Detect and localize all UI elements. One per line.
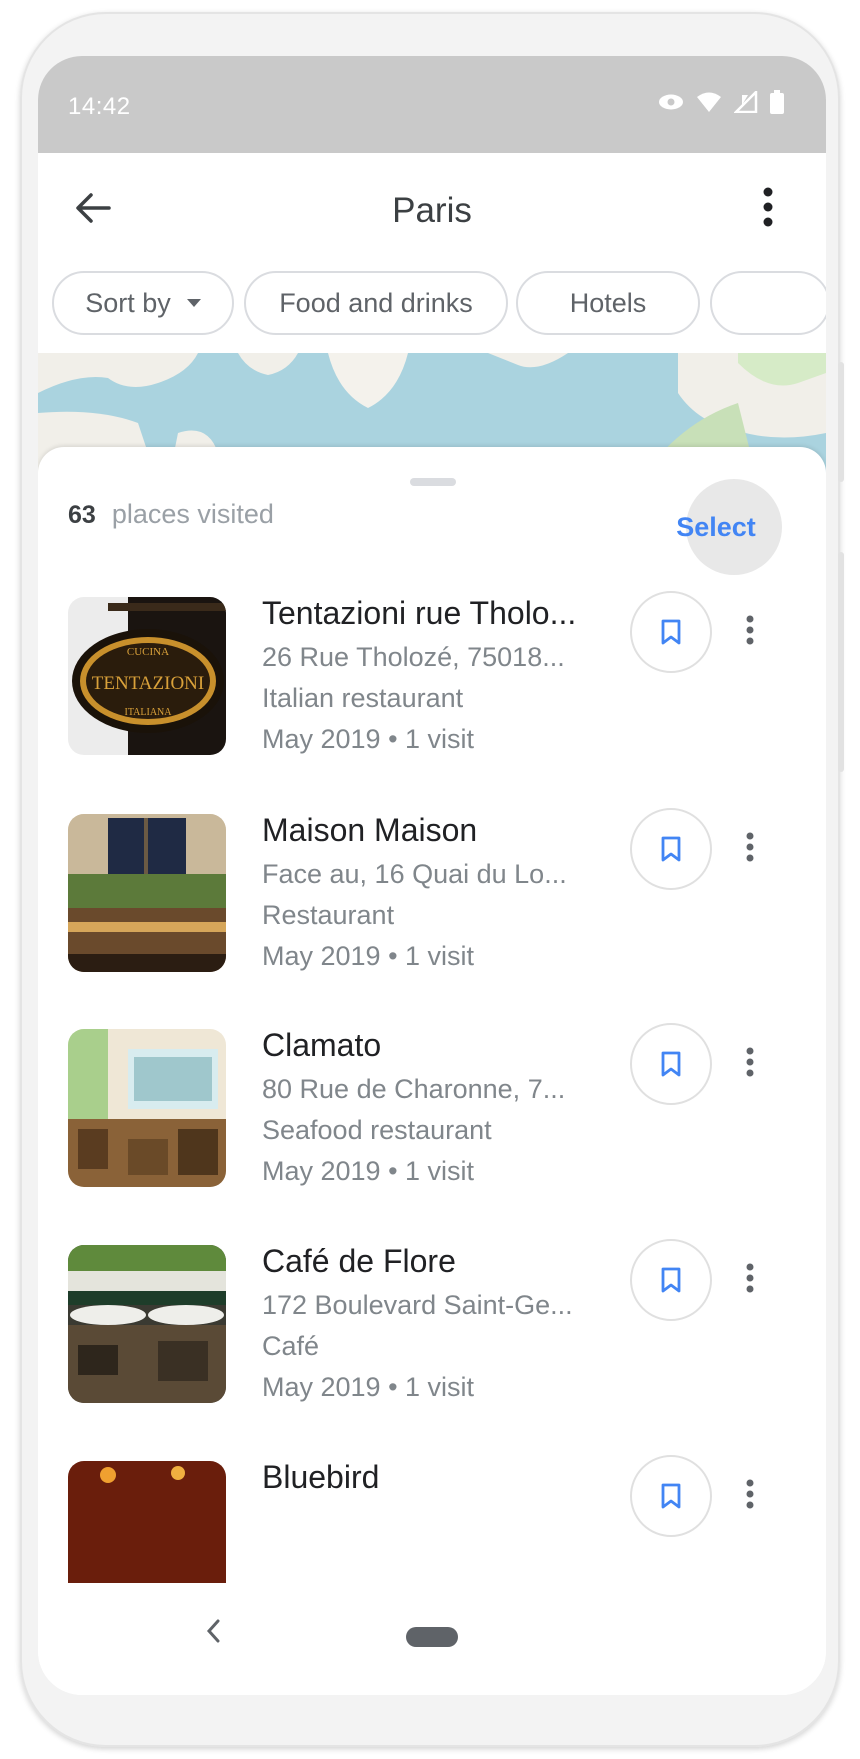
save-button[interactable]	[630, 591, 712, 673]
signal-icon	[734, 91, 758, 113]
place-item[interactable]: Café de Flore 172 Boulevard Saint-Ge... …	[38, 1239, 826, 1465]
battery-icon	[770, 90, 784, 114]
more-vert-icon	[746, 615, 754, 645]
place-item[interactable]: TENTAZIONI CUCINA ITALIANA Tentazioni ru…	[38, 591, 826, 817]
chip-label: Hotels	[569, 287, 647, 318]
hotels-chip[interactable]: Hotels	[516, 271, 700, 335]
screen: 14:42 Paris Sort by Food and drinks Hote…	[38, 56, 826, 1695]
place-name: Maison Maison	[262, 812, 478, 848]
food-and-drinks-chip[interactable]: Food and drinks	[244, 271, 508, 335]
status-icons	[658, 90, 784, 114]
chip-label: Sort by	[85, 287, 171, 318]
bookmark-icon	[661, 619, 681, 645]
places-sheet: 63 places visited Select TENTAZIONI CUCIN…	[38, 447, 826, 1695]
status-bar: 14:42	[38, 56, 826, 153]
app-bar: Paris	[38, 153, 826, 261]
svg-text:ITALIANA: ITALIANA	[125, 707, 173, 718]
save-button[interactable]	[630, 1455, 712, 1537]
place-photo	[68, 1029, 226, 1187]
place-name: Café de Flore	[262, 1243, 456, 1279]
place-name: Tentazioni rue Tholo...	[262, 595, 577, 631]
places-count-label: places visited	[111, 499, 274, 529]
more-vert-icon	[746, 1263, 754, 1293]
system-nav-bar	[38, 1583, 826, 1695]
bookmark-icon	[661, 836, 681, 862]
place-category: Seafood restaurant	[262, 1115, 492, 1145]
save-button[interactable]	[630, 1023, 712, 1105]
place-address: 172 Boulevard Saint-Ge...	[262, 1290, 573, 1320]
nav-back-icon[interactable]	[206, 1619, 220, 1643]
place-address: 80 Rue de Charonne, 7...	[262, 1074, 566, 1104]
volume-button	[838, 552, 844, 772]
place-photo: TENTAZIONI CUCINA ITALIANA	[68, 597, 226, 755]
place-category: Italian restaurant	[262, 683, 464, 713]
bookmark-icon	[661, 1267, 681, 1293]
place-visits: May 2019 • 1 visit	[262, 1156, 475, 1186]
place-category: Restaurant	[262, 900, 395, 930]
places-count: 63 places visited	[68, 499, 274, 530]
more-chip[interactable]	[710, 271, 826, 335]
place-more-button[interactable]	[738, 1255, 762, 1301]
svg-text:CUCINA: CUCINA	[127, 646, 169, 658]
nav-home-pill[interactable]	[406, 1627, 458, 1647]
place-name: Bluebird	[262, 1459, 380, 1495]
overflow-menu-button[interactable]	[750, 181, 786, 233]
save-button[interactable]	[630, 808, 712, 890]
more-vert-icon	[746, 1479, 754, 1509]
place-more-button[interactable]	[738, 1471, 762, 1517]
save-button[interactable]	[630, 1239, 712, 1321]
place-photo	[68, 1245, 226, 1403]
place-photo	[68, 814, 226, 972]
bookmark-icon	[661, 1051, 681, 1077]
drag-handle[interactable]	[410, 478, 456, 486]
place-name: Clamato	[262, 1027, 382, 1063]
place-more-button[interactable]	[738, 1039, 762, 1085]
more-vert-icon	[746, 832, 754, 862]
eye-icon	[659, 94, 683, 110]
place-item[interactable]: Maison Maison Face au, 16 Quai du Lo... …	[38, 808, 826, 1034]
place-visits: May 2019 • 1 visit	[262, 1372, 475, 1402]
place-category: Café	[262, 1331, 320, 1361]
select-label: Select	[676, 511, 756, 542]
place-visits: May 2019 • 1 visit	[262, 941, 475, 971]
power-button	[838, 362, 844, 482]
place-visits: May 2019 • 1 visit	[262, 724, 475, 754]
place-item[interactable]: Clamato 80 Rue de Charonne, 7... Seafood…	[38, 1023, 826, 1249]
select-button[interactable]: Select	[676, 479, 782, 575]
more-vert-icon	[763, 187, 773, 227]
svg-text:TENTAZIONI: TENTAZIONI	[92, 673, 204, 694]
sort-by-chip[interactable]: Sort by	[52, 271, 234, 335]
bookmark-icon	[661, 1483, 681, 1509]
chip-label: Food and drinks	[279, 287, 473, 318]
status-time: 14:42	[68, 93, 131, 120]
place-more-button[interactable]	[738, 607, 762, 653]
place-more-button[interactable]	[738, 824, 762, 870]
wifi-icon	[697, 92, 721, 112]
place-address: Face au, 16 Quai du Lo...	[262, 859, 567, 889]
filter-chips: Sort by Food and drinks Hotels	[38, 261, 826, 353]
arrow-drop-down-icon	[186, 299, 201, 307]
places-count-number: 63	[68, 501, 96, 529]
more-vert-icon	[746, 1047, 754, 1077]
place-address: 26 Rue Tholozé, 75018...	[262, 642, 565, 672]
page-title: Paris	[392, 191, 472, 230]
